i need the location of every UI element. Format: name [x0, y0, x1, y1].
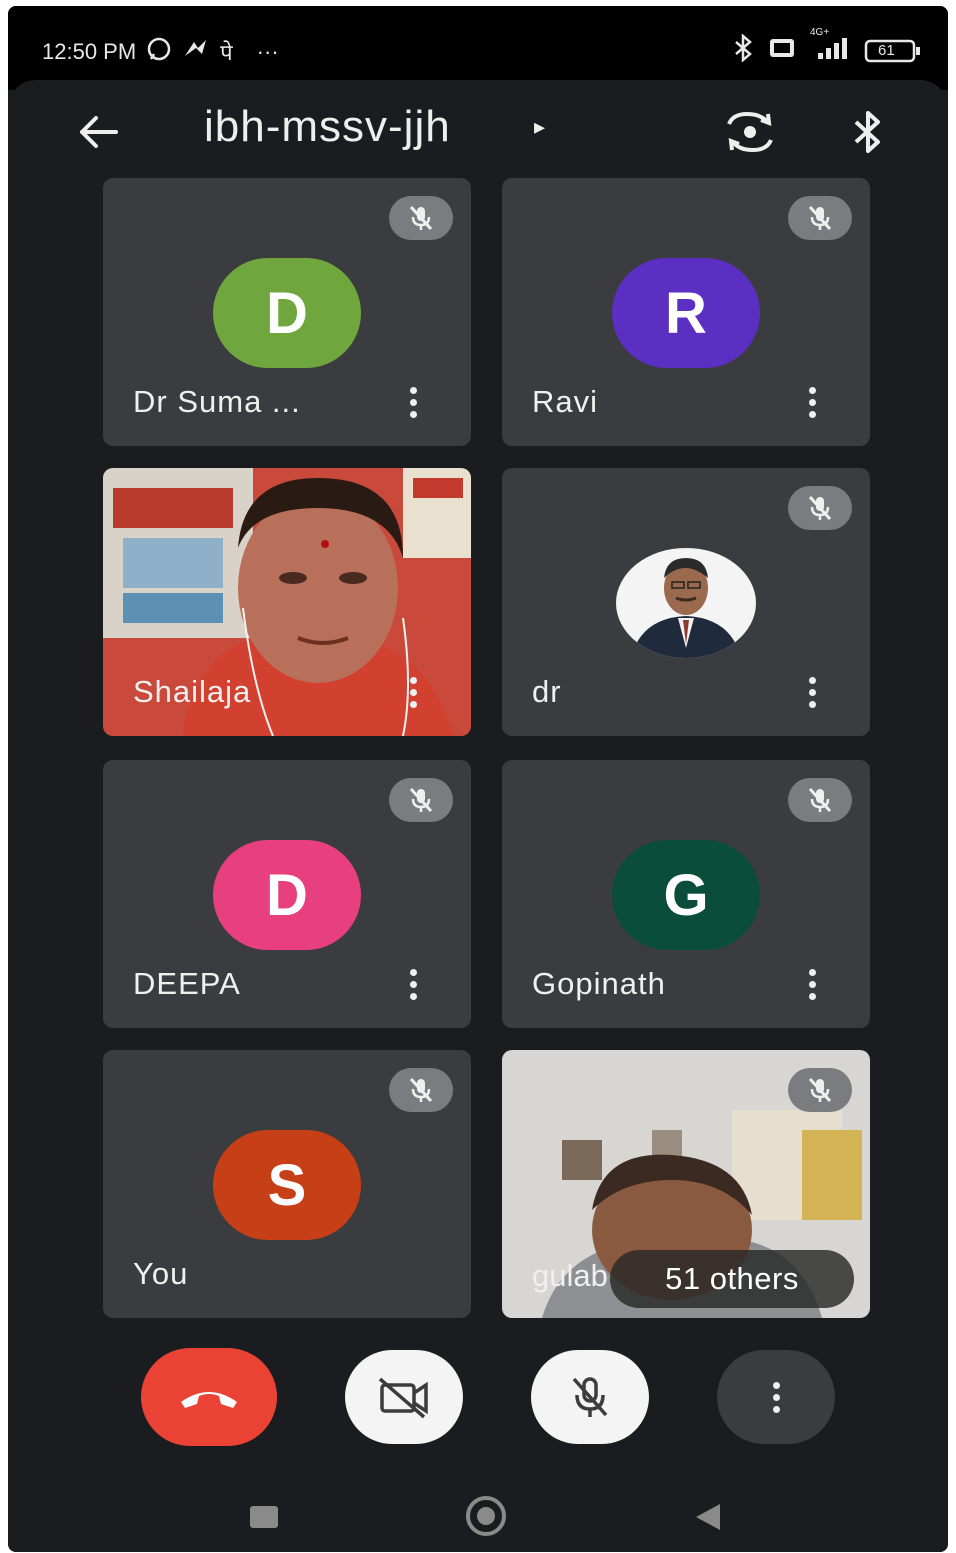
mic-off-badge [788, 196, 852, 240]
mic-off-badge [788, 778, 852, 822]
others-count-badge[interactable]: 51 others [610, 1250, 854, 1308]
participant-tile-you[interactable]: S You [103, 1050, 471, 1318]
mic-off-badge [389, 778, 453, 822]
participant-tile-gopinath[interactable]: G Gopinath [502, 760, 870, 1028]
back-button[interactable] [70, 104, 126, 160]
avatar: S [213, 1130, 361, 1240]
microphone-off-button[interactable] [531, 1350, 649, 1444]
phone-screen: 12:50 PM पे ··· 4G+ 61 ibh-mssv-jjh ▸ D … [8, 6, 948, 1552]
profile-photo [616, 548, 756, 658]
participant-more-button[interactable] [395, 962, 431, 1006]
status-left: 12:50 PM पे ··· [42, 36, 279, 68]
notification-glyph: पे [220, 40, 233, 65]
recents-nav-icon[interactable] [250, 1506, 278, 1528]
bluetooth-icon [732, 33, 756, 68]
more-vert-icon [772, 1381, 780, 1413]
volte-icon [768, 36, 796, 66]
participant-name: Ravi [532, 384, 599, 419]
switch-camera-icon [727, 111, 773, 153]
participant-more-button[interactable] [395, 380, 431, 424]
back-nav-icon[interactable] [696, 1504, 720, 1530]
mic-off-badge [389, 196, 453, 240]
mic-off-icon [409, 787, 433, 813]
participant-name: dr [532, 674, 562, 709]
signal-icon: 4G+ [808, 27, 852, 67]
participant-name: You [133, 1256, 189, 1291]
participant-tile-dr-suma[interactable]: D Dr Suma ... [103, 178, 471, 446]
whatsapp-icon [146, 36, 172, 68]
participant-tile-deepa[interactable]: D DEEPA [103, 760, 471, 1028]
system-nav-bar [8, 1476, 948, 1552]
avatar: R [612, 258, 760, 368]
participant-name: gulab [532, 1258, 608, 1293]
status-right: 4G+ 61 [732, 27, 922, 68]
phone-hangup-icon [181, 1392, 237, 1408]
participant-tile-ravi[interactable]: R Ravi [502, 178, 870, 446]
participant-more-button[interactable] [794, 670, 830, 714]
bluetooth-audio-icon [854, 111, 880, 153]
mic-off-icon [808, 205, 832, 231]
app-icon [182, 38, 210, 66]
participant-tile-dr[interactable]: dr [502, 468, 870, 736]
participant-name: Gopinath [532, 966, 666, 1001]
participant-more-button[interactable] [794, 380, 830, 424]
switch-camera-button[interactable] [720, 102, 780, 162]
audio-output-button[interactable] [842, 102, 894, 162]
avatar: D [213, 258, 361, 368]
participant-name: Dr Suma ... [133, 384, 301, 419]
call-controls [8, 1346, 948, 1450]
network-type: 4G+ [810, 27, 830, 38]
videocam-off-icon [378, 1377, 428, 1419]
status-bar: 12:50 PM पे ··· 4G+ 61 [8, 6, 948, 90]
battery-icon: 61 [864, 38, 922, 64]
arrow-back-icon [80, 116, 118, 148]
participant-name: DEEPA [133, 966, 241, 1001]
participant-tile-shailaja[interactable]: Shailaja [103, 468, 471, 736]
camera-off-button[interactable] [345, 1350, 463, 1444]
meeting-details-arrow-icon[interactable]: ▸ [534, 114, 545, 140]
avatar: D [213, 840, 361, 950]
mic-off-badge [389, 1068, 453, 1112]
mic-off-icon [808, 495, 832, 521]
avatar: G [612, 840, 760, 950]
participant-tile-others[interactable]: gulab 51 others [502, 1050, 870, 1318]
meeting-code[interactable]: ibh-mssv-jjh [204, 102, 451, 152]
participant-more-button[interactable] [395, 670, 431, 714]
call-header: ibh-mssv-jjh ▸ [8, 90, 948, 176]
mic-off-icon [808, 787, 832, 813]
participant-name: Shailaja [133, 674, 252, 709]
mic-off-icon [409, 205, 433, 231]
more-notifications-icon: ··· [256, 39, 279, 64]
mic-off-badge [788, 486, 852, 530]
home-nav-icon[interactable] [466, 1496, 506, 1536]
battery-level: 61 [878, 42, 895, 59]
mic-off-icon [808, 1077, 832, 1103]
mic-off-icon [409, 1077, 433, 1103]
mic-off-badge [788, 1068, 852, 1112]
participant-more-button[interactable] [794, 962, 830, 1006]
status-time: 12:50 PM [42, 39, 137, 64]
end-call-button[interactable] [141, 1348, 277, 1446]
mic-off-icon [572, 1377, 608, 1417]
more-options-button[interactable] [717, 1350, 835, 1444]
